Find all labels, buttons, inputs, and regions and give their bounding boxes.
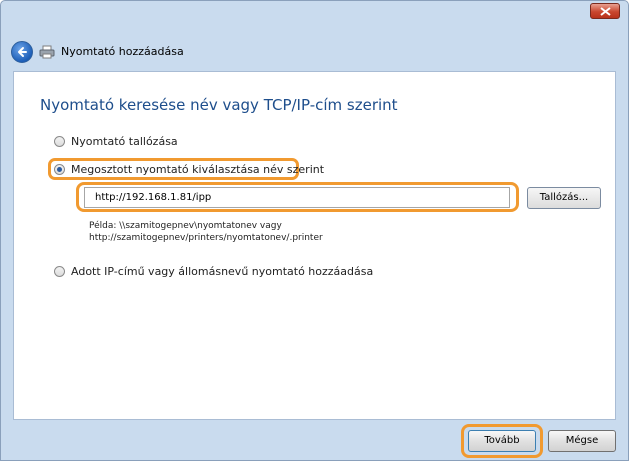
back-arrow-icon	[18, 47, 27, 57]
navigation-bar: Nyomtató hozzáadása	[1, 35, 628, 69]
dialog-footer: Tovább Mégse	[1, 420, 628, 461]
printer-url-input[interactable]	[84, 187, 510, 208]
add-printer-window: Nyomtató hozzáadása Nyomtató keresése né…	[0, 0, 629, 461]
close-icon	[600, 7, 611, 16]
option-shared-printer[interactable]: Megosztott nyomtató kiválasztása név sze…	[54, 163, 324, 176]
next-button[interactable]: Tovább	[468, 430, 536, 452]
browse-button[interactable]: Tallózás...	[527, 187, 601, 209]
radio-shared-printer[interactable]	[54, 164, 65, 175]
page-heading: Nyomtató keresése név vagy TCP/IP-cím sz…	[40, 96, 398, 114]
example-line-2: http://szamitogepnev/printers/nyomtatone…	[89, 233, 323, 243]
title-bar	[1, 1, 628, 35]
option-label-browse: Nyomtató tallózása	[71, 135, 178, 148]
cancel-button[interactable]: Mégse	[548, 430, 616, 452]
content-panel: Nyomtató keresése név vagy TCP/IP-cím sz…	[13, 71, 616, 420]
example-text: Példa: \\szamitogepnev\nyomtatonev vagy …	[89, 220, 323, 244]
close-button[interactable]	[590, 3, 620, 19]
option-label-shared: Megosztott nyomtató kiválasztása név sze…	[71, 163, 325, 176]
option-label-ip: Adott IP-című vagy állomásnevű nyomtató …	[71, 265, 374, 278]
example-line-1: Példa: \\szamitogepnev\nyomtatonev vagy	[89, 221, 282, 231]
option-ip-printer[interactable]: Adott IP-című vagy állomásnevű nyomtató …	[54, 265, 373, 278]
option-browse-printer[interactable]: Nyomtató tallózása	[54, 135, 178, 148]
back-button[interactable]	[11, 41, 33, 63]
window-title: Nyomtató hozzáadása	[61, 45, 184, 58]
printer-icon	[39, 45, 55, 59]
radio-browse-printer[interactable]	[54, 136, 65, 147]
radio-ip-printer[interactable]	[54, 266, 65, 277]
